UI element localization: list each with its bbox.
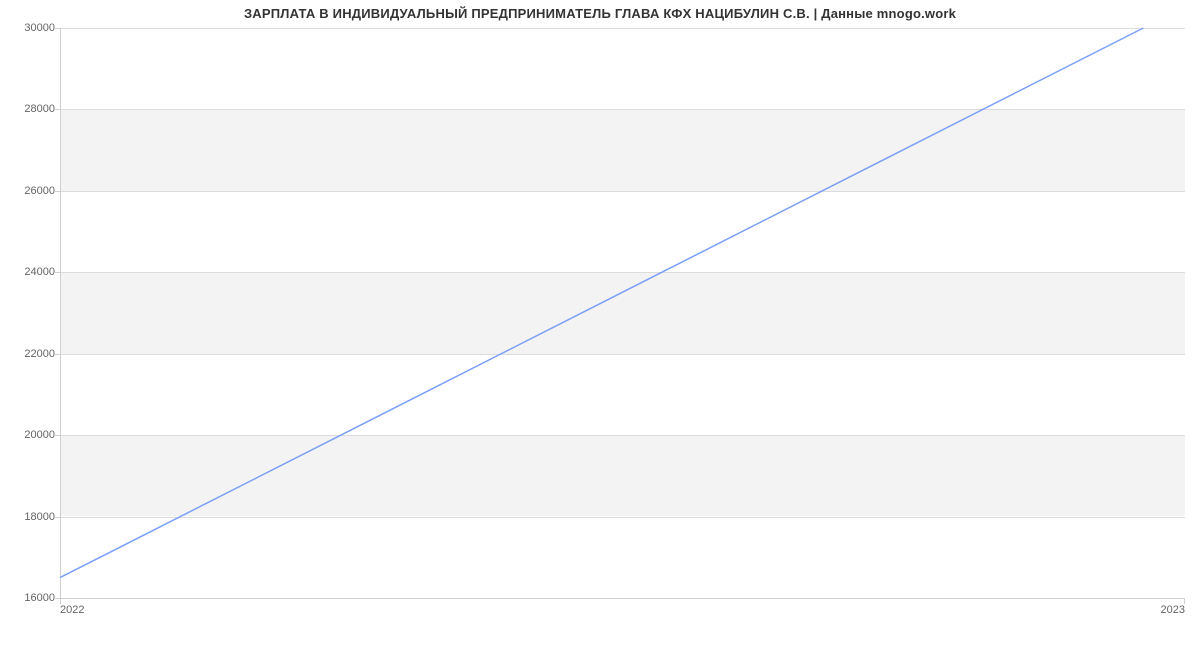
y-tick-label: 18000 (5, 511, 55, 523)
x-tick-label: 2022 (60, 604, 84, 616)
y-tick-label: 26000 (5, 185, 55, 197)
series-layer (60, 28, 1185, 598)
y-tick-label: 20000 (5, 429, 55, 441)
chart-title: ЗАРПЛАТА В ИНДИВИДУАЛЬНЫЙ ПРЕДПРИНИМАТЕЛ… (0, 6, 1200, 21)
y-tick-label: 28000 (5, 103, 55, 115)
series-line (60, 28, 1143, 578)
y-tick-label: 30000 (5, 22, 55, 34)
salary-line-chart: ЗАРПЛАТА В ИНДИВИДУАЛЬНЫЙ ПРЕДПРИНИМАТЕЛ… (0, 0, 1200, 650)
x-tick-label: 2023 (1161, 604, 1185, 616)
y-tick-label: 22000 (5, 348, 55, 360)
x-axis-line (60, 598, 1185, 599)
y-tick-label: 16000 (5, 592, 55, 604)
y-tick-label: 24000 (5, 266, 55, 278)
plot-area (60, 28, 1185, 598)
